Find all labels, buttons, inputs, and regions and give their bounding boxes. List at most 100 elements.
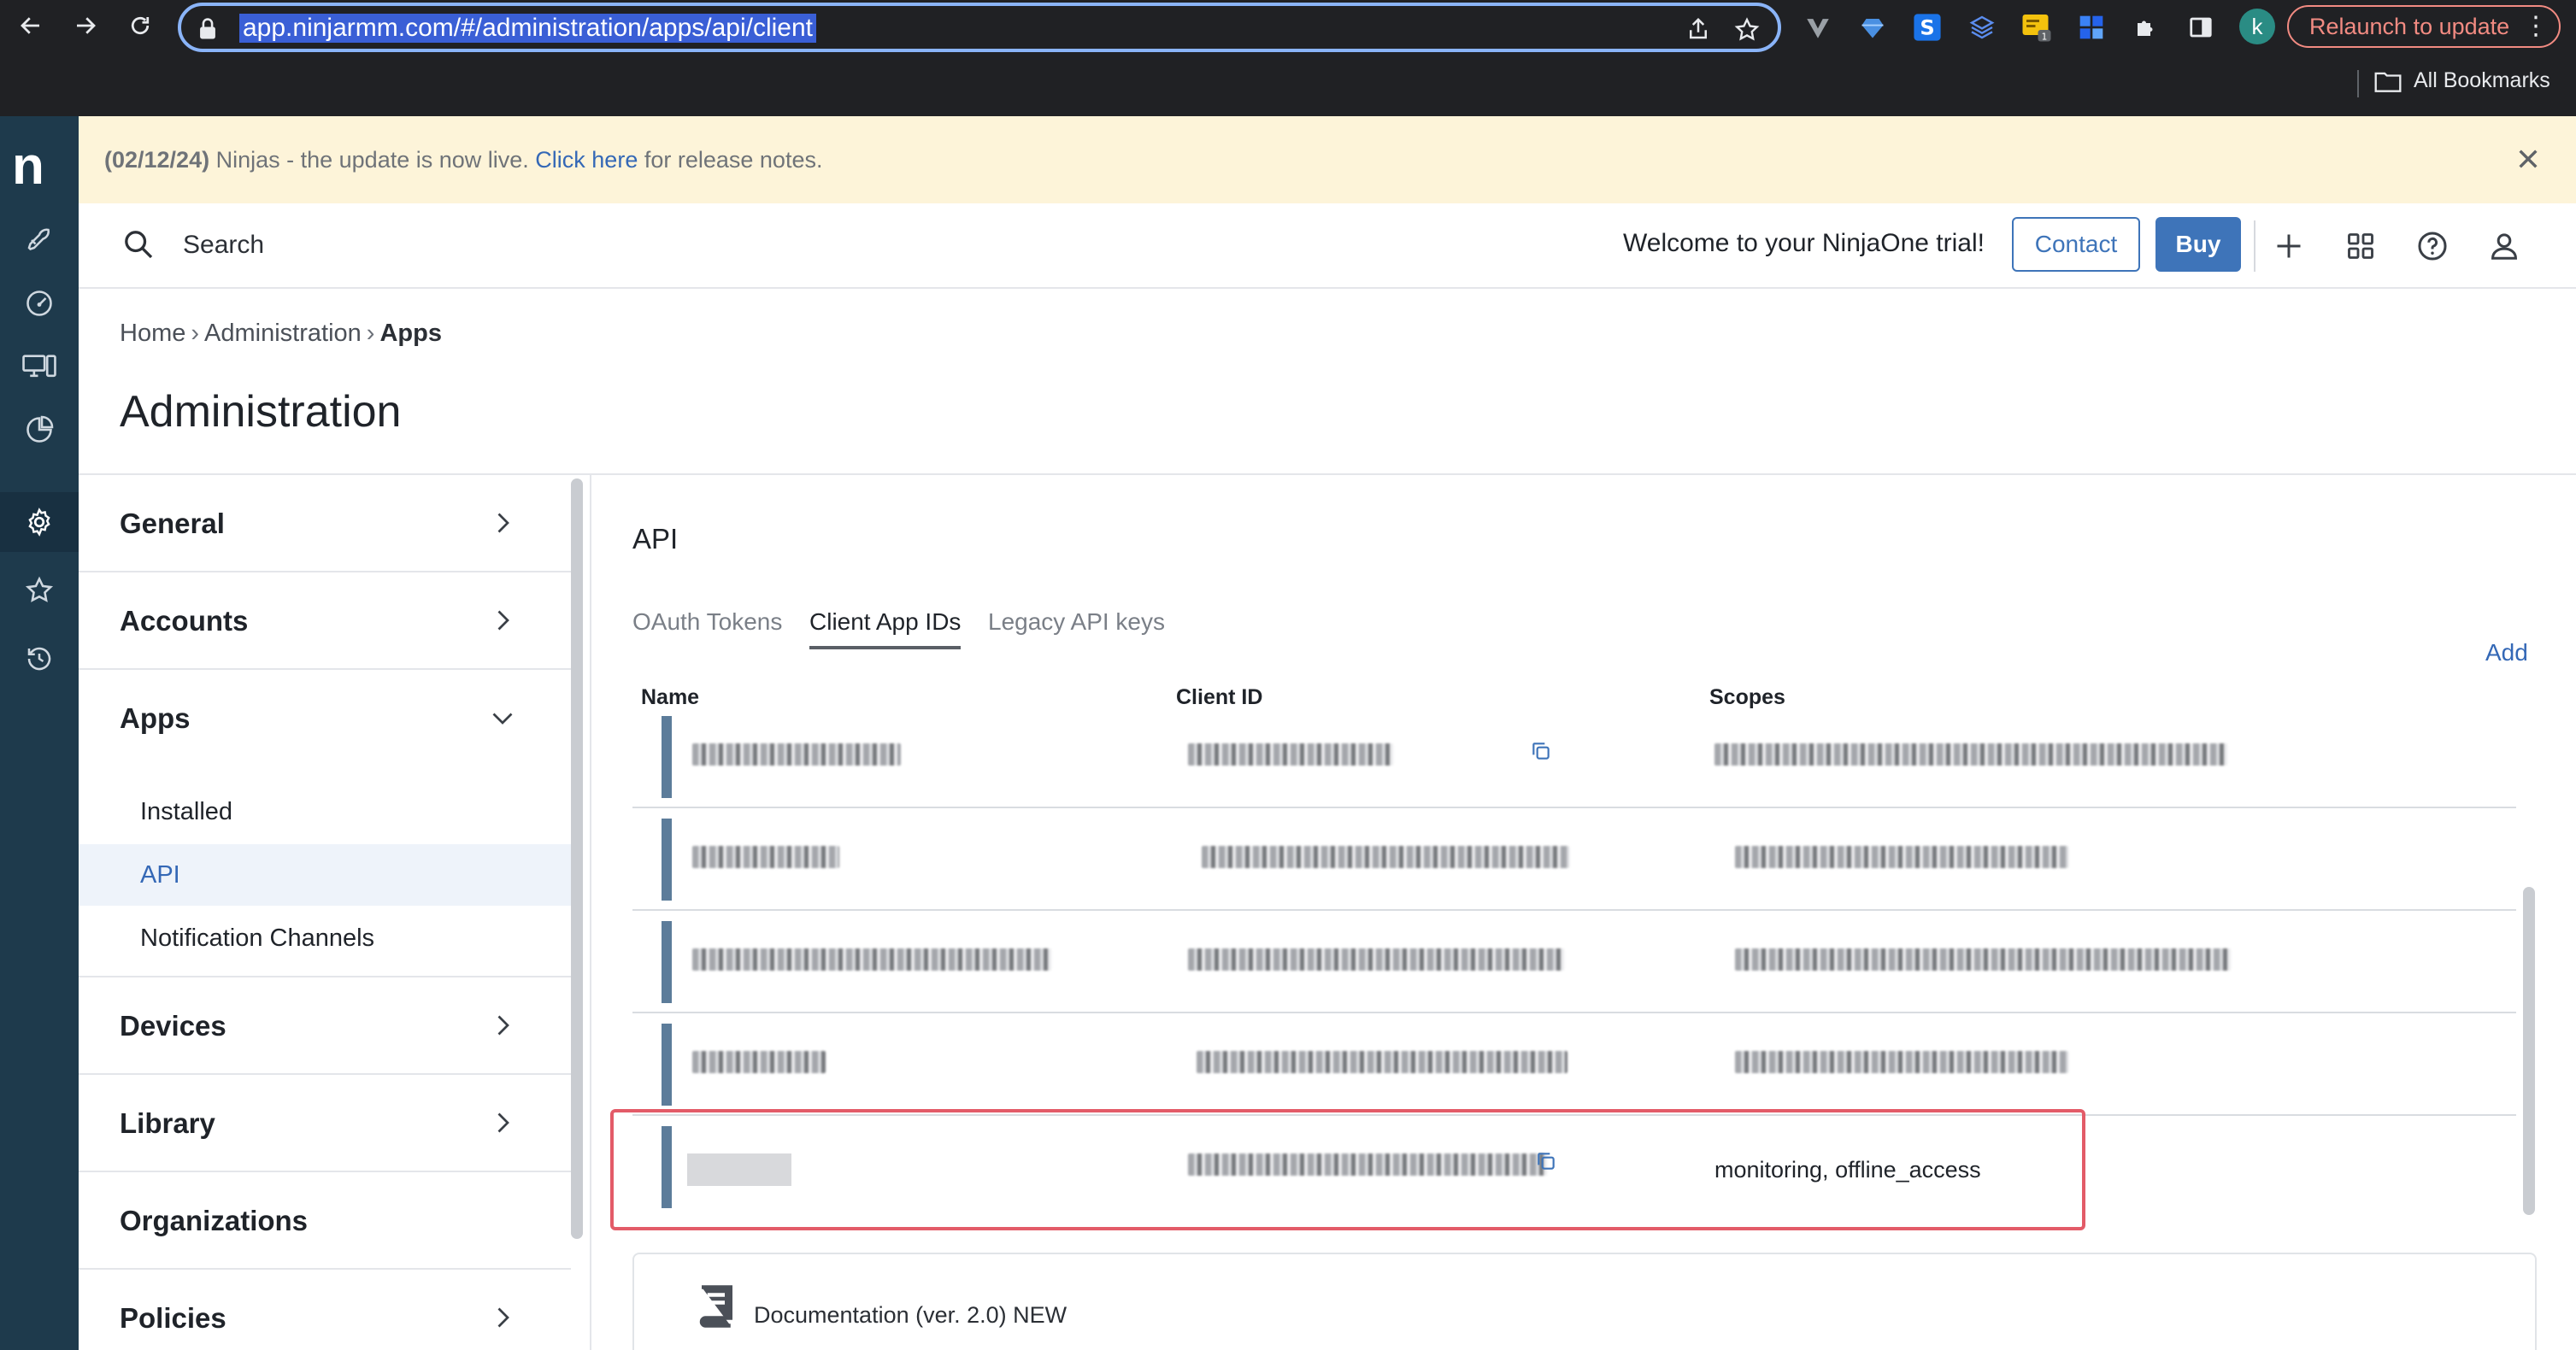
table-row[interactable] [632, 1013, 2516, 1116]
chart-pie-icon[interactable] [0, 400, 79, 460]
bookmark-star-icon[interactable] [1733, 16, 1761, 44]
app-rail: n [0, 116, 79, 1350]
documentation-link[interactable]: Documentation (ver. 2.0) NEW [754, 1302, 1067, 1329]
relaunch-button[interactable]: Relaunch to update ⋮ [2287, 5, 2561, 48]
table-row[interactable] [632, 706, 2516, 808]
share-icon[interactable] [1685, 16, 1711, 42]
notes-extension-icon[interactable]: 1 [2020, 11, 2053, 44]
settings-menu: General Accounts Apps Installed API Noti… [79, 475, 571, 1350]
folder-icon [2374, 72, 2402, 92]
tab-oauth-tokens[interactable]: OAuth Tokens [632, 608, 782, 646]
puzzle-extensions-icon[interactable] [2130, 11, 2162, 44]
chevron-right-icon [497, 610, 509, 631]
menu-organizations-label: Organizations [120, 1205, 309, 1236]
breadcrumb-administration[interactable]: Administration [204, 320, 362, 347]
address-url[interactable]: app.ninjarmm.com/#/administration/apps/a… [239, 14, 816, 43]
copy-icon[interactable] [1530, 740, 1552, 762]
redacted-scopes [1714, 743, 2227, 766]
redacted-name [692, 948, 1051, 971]
highlight-box [610, 1109, 2085, 1230]
gear-icon[interactable] [0, 492, 79, 552]
chevron-right-icon [497, 1015, 509, 1036]
redacted-client-id [1197, 1051, 1567, 1073]
menu-apps[interactable]: Apps Installed API Notification Channels [79, 670, 571, 977]
menu-policies[interactable]: Policies [79, 1270, 571, 1350]
rocket-icon[interactable] [0, 210, 79, 270]
user-icon[interactable] [2484, 226, 2525, 267]
devices-icon[interactable] [0, 337, 79, 396]
chevron-down-icon [492, 713, 513, 725]
vivaldi-extension-icon[interactable] [1802, 11, 1834, 44]
menu-general-label: General [120, 508, 225, 539]
menu-apps-installed[interactable]: Installed [79, 781, 571, 842]
apps-grid-icon[interactable] [2340, 226, 2381, 267]
redacted-client-id [1188, 948, 1564, 971]
banner-text: Ninjas - the update is now live. [209, 147, 536, 173]
breadcrumb-home[interactable]: Home [120, 320, 185, 347]
close-icon[interactable] [2514, 145, 2542, 173]
api-section-title: API [632, 523, 679, 555]
profile-avatar[interactable]: k [2239, 9, 2275, 44]
tab-client-app-ids[interactable]: Client App IDs [809, 608, 962, 649]
redacted-name [692, 1051, 826, 1073]
documentation-card[interactable]: Documentation (ver. 2.0) NEW [632, 1253, 2537, 1350]
menu-organizations[interactable]: Organizations [79, 1172, 571, 1270]
menu-apps-api[interactable]: API [79, 844, 571, 906]
reload-icon[interactable] [121, 7, 159, 44]
star-icon[interactable] [0, 561, 79, 620]
add-client-button[interactable]: Add [2485, 639, 2528, 666]
menu-library-label: Library [120, 1107, 215, 1139]
top-header: Search Welcome to your NinjaOne trial! C… [79, 203, 2576, 289]
menu-library[interactable]: Library [79, 1075, 571, 1172]
menu-apps-notification-channels[interactable]: Notification Channels [79, 907, 571, 969]
gauge-icon[interactable] [0, 273, 79, 333]
all-bookmarks[interactable]: All Bookmarks [2374, 68, 2550, 93]
menu-devices[interactable]: Devices [79, 977, 571, 1075]
table-row[interactable] [632, 808, 2516, 911]
search-input[interactable]: Search [183, 231, 264, 260]
banner-text-after: for release notes. [638, 147, 823, 173]
row-accent [662, 716, 672, 798]
page: app.ninjarmm.com/#/administration/apps/a… [0, 0, 2576, 1350]
welcome-message: Welcome to your NinjaOne trial! [1623, 229, 1985, 257]
contact-button[interactable]: Contact [2012, 217, 2140, 272]
gem-extension-icon[interactable] [1856, 11, 1889, 44]
menu-accounts[interactable]: Accounts [79, 572, 571, 670]
address-bar[interactable]: app.ninjarmm.com/#/administration/apps/a… [178, 3, 1781, 52]
grid-extension-icon[interactable] [2075, 11, 2108, 44]
browser-toolbar: app.ninjarmm.com/#/administration/apps/a… [0, 0, 2576, 53]
book-icon [699, 1285, 732, 1328]
banner-date: (02/12/24) [104, 147, 210, 173]
s-extension-icon[interactable]: S [1911, 11, 1944, 44]
lock-icon [200, 18, 215, 39]
layers-extension-icon[interactable] [1966, 11, 1998, 44]
all-bookmarks-label: All Bookmarks [2414, 68, 2550, 92]
plus-icon[interactable] [2268, 226, 2309, 267]
ninjaone-logo[interactable]: n [12, 140, 44, 193]
browser-menu-icon[interactable]: ⋮ [2523, 7, 2549, 46]
menu-policies-label: Policies [120, 1302, 226, 1334]
back-icon[interactable] [12, 7, 50, 44]
menu-general[interactable]: General [79, 475, 571, 572]
table-row[interactable] [632, 911, 2516, 1013]
redacted-name [692, 743, 901, 766]
history-icon[interactable] [0, 629, 79, 689]
breadcrumb: Home › Administration › Apps [120, 320, 442, 348]
tab-legacy-api-keys[interactable]: Legacy API keys [988, 608, 1165, 646]
row-accent [662, 1024, 672, 1106]
side-panel-icon[interactable] [2185, 11, 2217, 44]
bookmarks-bar [0, 53, 2576, 116]
bookmarks-divider [2357, 70, 2359, 97]
menu-accounts-label: Accounts [120, 605, 249, 637]
search-icon[interactable] [121, 227, 156, 261]
row-accent [662, 819, 672, 901]
forward-icon[interactable] [67, 7, 104, 44]
buy-button[interactable]: Buy [2155, 217, 2241, 272]
menu-scrollbar[interactable] [571, 478, 583, 1239]
release-notes-link[interactable]: Click here [535, 147, 638, 173]
redacted-client-id [1188, 743, 1393, 766]
help-icon[interactable] [2412, 226, 2453, 267]
breadcrumb-current: Apps [379, 320, 442, 347]
redacted-client-id [1202, 846, 1569, 868]
table-scrollbar[interactable] [2523, 887, 2535, 1215]
